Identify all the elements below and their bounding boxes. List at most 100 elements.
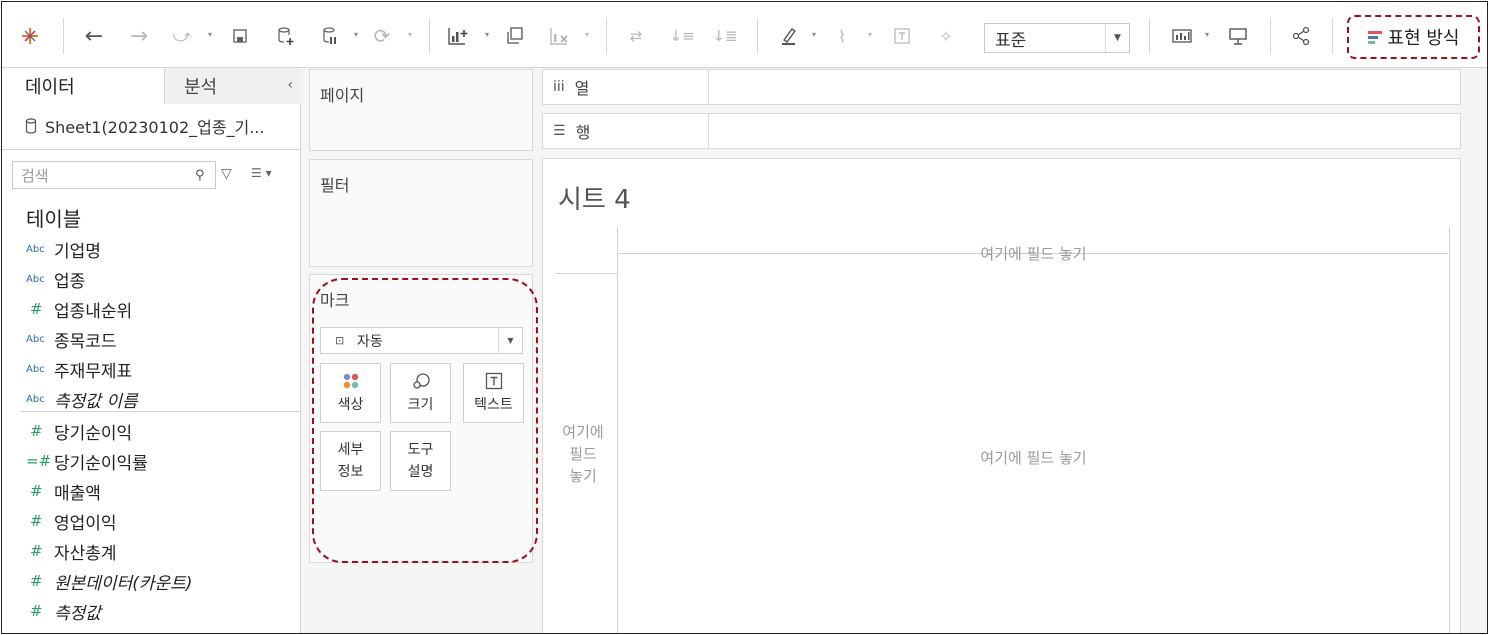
mark-type-select[interactable]: ⊡ 자동 ▼ bbox=[320, 327, 523, 354]
field-item[interactable]: # 당기순이익 bbox=[2, 416, 301, 446]
rows-shelf-text: 행 bbox=[575, 123, 591, 142]
tooltip-label-2: 설명 bbox=[407, 464, 434, 480]
show-cards-dropdown-icon[interactable]: ▾ bbox=[1205, 31, 1211, 39]
field-name: 영업이익 bbox=[54, 513, 117, 534]
duplicate-sheet-icon[interactable] bbox=[502, 24, 526, 48]
field-name: 종목코드 bbox=[54, 331, 117, 352]
columns-icon: iii bbox=[553, 79, 565, 95]
worksheet-canvas: 시트 4 여기에 필드 놓기 여기에 필드 놓기 여기에 필드 놓기 bbox=[542, 158, 1461, 633]
measure-type-icon: # bbox=[30, 542, 43, 560]
drop-row-line-2: 필드 bbox=[569, 445, 597, 463]
measure-type-icon: # bbox=[30, 300, 43, 318]
refresh-dropdown-icon[interactable]: ▾ bbox=[408, 31, 414, 39]
highlight-dropdown-icon[interactable]: ▾ bbox=[812, 31, 818, 39]
group-paperclip-icon[interactable]: ⌇ bbox=[830, 24, 854, 48]
drop-field-main-zone[interactable]: 여기에 필드 놓기 bbox=[618, 447, 1449, 468]
tooltip-button[interactable]: 도구 설명 bbox=[390, 431, 451, 491]
show-labels-icon[interactable] bbox=[890, 24, 914, 48]
data-pane-tabs: 데이터 분석 ‹ bbox=[2, 68, 301, 104]
drop-row-line-3: 놓기 bbox=[569, 467, 597, 485]
redo-dropdown-icon[interactable]: ▾ bbox=[208, 31, 214, 39]
tab-data[interactable]: 데이터 bbox=[2, 68, 165, 104]
field-item[interactable]: Abc 종목코드 bbox=[2, 324, 301, 354]
field-item[interactable]: # 자산총계 bbox=[2, 536, 301, 566]
field-name: 원본데이터(카운트) bbox=[54, 573, 193, 594]
new-worksheet-dropdown-icon[interactable]: ▾ bbox=[485, 31, 491, 39]
field-item[interactable]: # 원본데이터(카운트) bbox=[2, 566, 301, 596]
field-item[interactable]: =# 당기순이익률 bbox=[2, 446, 301, 476]
pin-axes-icon[interactable]: ✧ bbox=[934, 24, 958, 48]
label-text-button[interactable]: 텍스트 bbox=[463, 363, 524, 423]
color-button[interactable]: 색상 bbox=[320, 363, 381, 423]
forward-arrow-icon[interactable]: → bbox=[127, 24, 151, 49]
field-item[interactable]: # 업종내순위 bbox=[2, 294, 301, 324]
field-search-box[interactable]: 검색 ⚲ bbox=[12, 161, 216, 189]
chevron-down-icon[interactable]: ▼ bbox=[1105, 24, 1129, 52]
pause-dropdown-icon[interactable]: ▾ bbox=[354, 31, 360, 39]
new-datasource-icon[interactable] bbox=[274, 24, 298, 48]
view-options-icon[interactable]: ☰ ▾ bbox=[251, 166, 272, 180]
sort-ascending-icon[interactable]: ↓≡ bbox=[669, 24, 694, 48]
drop-field-rows-zone[interactable]: 여기에 필드 놓기 bbox=[553, 421, 613, 487]
filter-icon[interactable]: ▽ bbox=[221, 166, 232, 182]
field-name: 기업명 bbox=[54, 241, 101, 262]
pages-card-title: 페이지 bbox=[320, 86, 365, 105]
rows-shelf[interactable]: ☰ 행 bbox=[542, 113, 1461, 149]
field-item[interactable]: Abc 주재무제표 bbox=[2, 354, 301, 384]
field-item[interactable]: # 매출액 bbox=[2, 476, 301, 506]
filters-card[interactable]: 필터 bbox=[309, 159, 533, 267]
measure-type-icon: # bbox=[30, 422, 43, 440]
group-dropdown-icon[interactable]: ▾ bbox=[868, 31, 874, 39]
field-item[interactable]: Abc 측정값 이름 bbox=[2, 384, 301, 414]
sort-descending-icon[interactable]: ↓≣ bbox=[712, 24, 737, 48]
save-icon[interactable] bbox=[228, 24, 252, 48]
back-arrow-icon[interactable]: ← bbox=[82, 24, 106, 49]
presentation-mode-icon[interactable] bbox=[1226, 24, 1250, 48]
pause-updates-icon[interactable] bbox=[318, 24, 342, 48]
detail-button[interactable]: 세부 정보 bbox=[320, 431, 381, 491]
collapse-pane-icon[interactable]: ‹ bbox=[287, 77, 293, 93]
measure-type-icon: =# bbox=[26, 452, 52, 470]
highlight-pen-icon[interactable] bbox=[777, 24, 801, 48]
text-mark-icon: ⊡ bbox=[335, 334, 345, 347]
field-name: 업종내순위 bbox=[54, 301, 133, 322]
refresh-icon[interactable]: ⟳ bbox=[370, 24, 394, 48]
chevron-down-icon[interactable]: ▼ bbox=[498, 328, 522, 353]
fit-style-select[interactable]: 표준 ▼ bbox=[984, 23, 1130, 53]
field-name: 매출액 bbox=[54, 483, 101, 504]
dimension-type-icon: Abc bbox=[26, 363, 45, 375]
tab-analytics[interactable]: 분석 bbox=[165, 68, 301, 104]
swap-rows-columns-icon[interactable]: ⇄ bbox=[624, 24, 648, 48]
share-icon[interactable] bbox=[1289, 24, 1313, 48]
clear-dropdown-icon[interactable]: ▾ bbox=[585, 31, 591, 39]
color-palette-icon bbox=[342, 372, 360, 392]
field-name: 주재무제표 bbox=[54, 361, 133, 382]
tableau-window: ← → ⤻ ▾ ▾ ⟳ ▾ ▾ ▾ ⇄ ↓≡ ↓≣ ▾ ⌇ ▾ ✧ 표준 ▼ ▾… bbox=[1, 1, 1488, 634]
search-icon[interactable]: ⚲ bbox=[195, 168, 215, 183]
data-pane: 데이터 분석 ‹ Sheet1(20230102_업종_기... 검색 ⚲ ▽ … bbox=[2, 68, 301, 633]
size-button[interactable]: 크기 bbox=[390, 363, 451, 423]
field-name: 당기순이익 bbox=[54, 423, 133, 444]
show-cards-icon[interactable] bbox=[1169, 24, 1195, 48]
show-me-button[interactable]: 표현 방식 bbox=[1347, 15, 1480, 59]
pages-card[interactable]: 페이지 bbox=[309, 69, 533, 151]
sheet-title[interactable]: 시트 4 bbox=[558, 179, 631, 216]
new-worksheet-icon[interactable] bbox=[445, 24, 471, 48]
tableau-logo-icon[interactable] bbox=[18, 24, 42, 48]
marks-card-title: 마크 bbox=[320, 291, 350, 310]
measure-type-icon: # bbox=[30, 512, 43, 530]
clear-sheet-icon[interactable] bbox=[547, 24, 573, 48]
size-button-label: 크기 bbox=[407, 397, 434, 413]
data-source-item[interactable]: Sheet1(20230102_업종_기... bbox=[25, 114, 265, 138]
text-button-label: 텍스트 bbox=[474, 397, 513, 413]
redo-icon[interactable]: ⤻ bbox=[170, 24, 194, 48]
field-item[interactable]: # 측정값 bbox=[2, 596, 301, 626]
field-item[interactable]: Abc 업종 bbox=[2, 264, 301, 294]
drop-field-columns-zone[interactable]: 여기에 필드 놓기 bbox=[618, 243, 1449, 264]
drop-row-line-1: 여기에 bbox=[562, 423, 604, 441]
field-item[interactable]: Abc 기업명 bbox=[2, 234, 301, 264]
columns-shelf[interactable]: iii 열 bbox=[542, 69, 1461, 105]
field-item[interactable]: # 영업이익 bbox=[2, 506, 301, 536]
field-name: 측정값 이름 bbox=[54, 391, 138, 412]
tables-heading: 테이블 bbox=[26, 207, 82, 231]
